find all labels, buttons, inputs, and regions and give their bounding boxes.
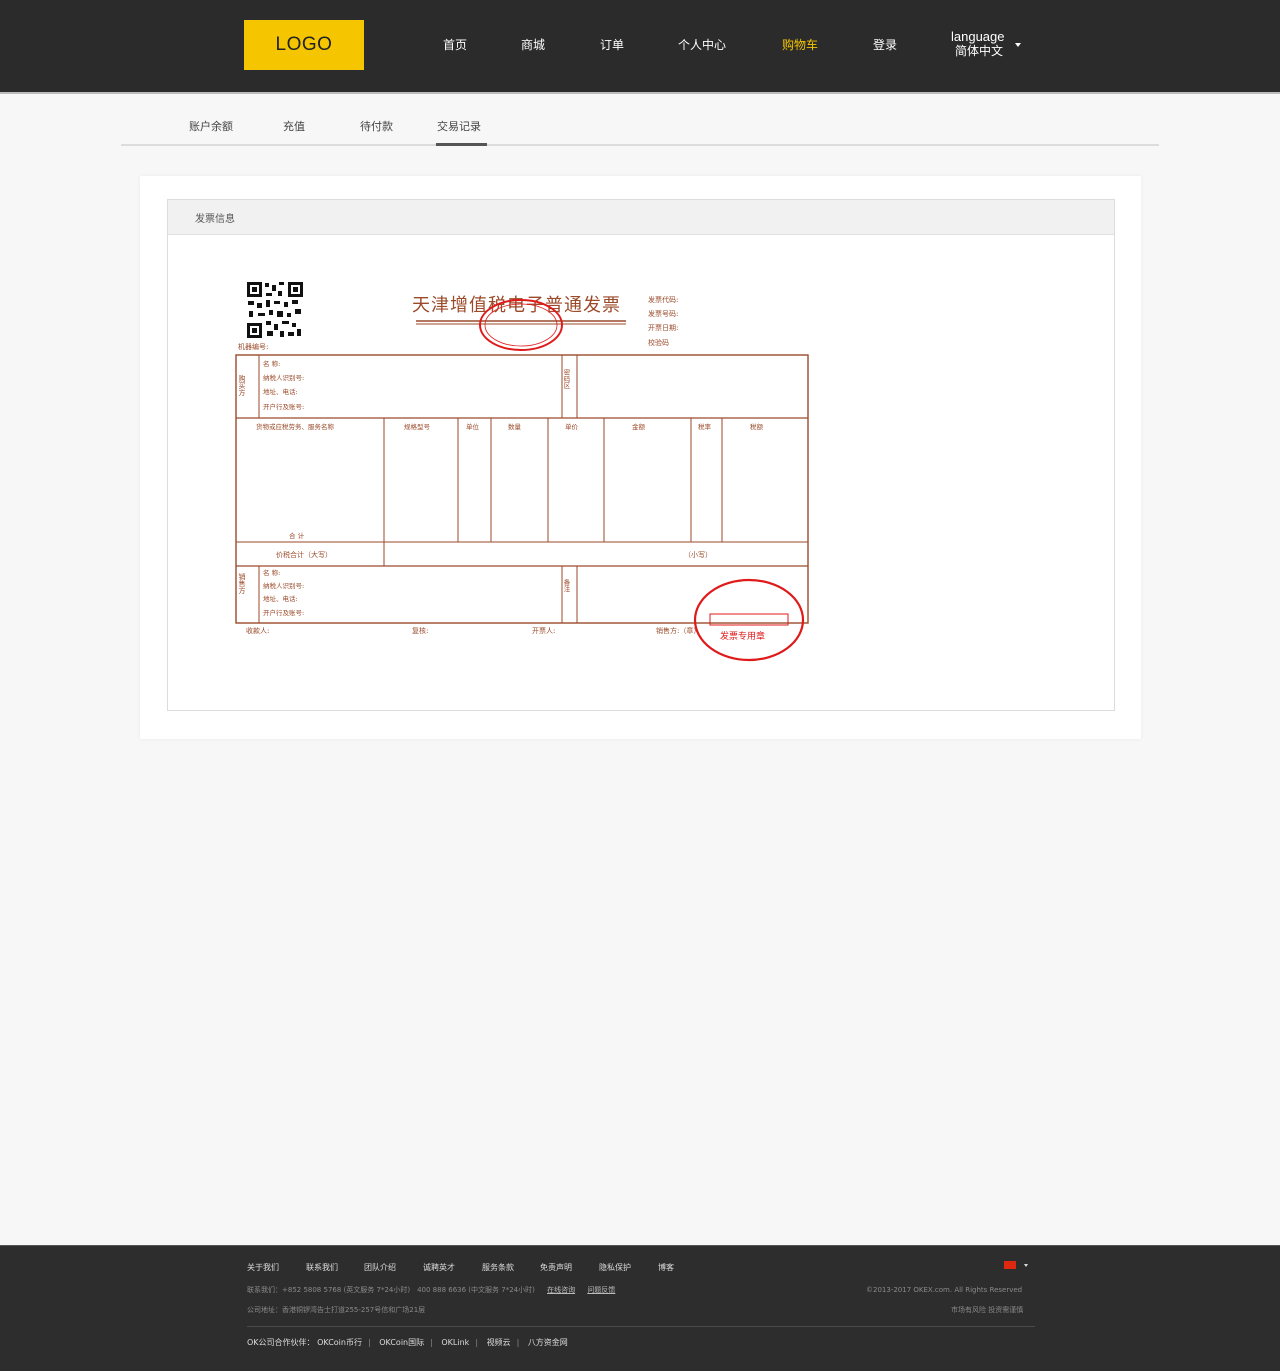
password-area-label: 密码区 [562, 368, 570, 389]
footer-link-team[interactable]: 团队介绍 [364, 1262, 396, 1273]
invoice-image: 机器编号: 天津增值税电子普通发票 发票代码: 发票号码: 开票日期: 校验码 [194, 261, 850, 683]
seller-address-field: 地址、电话: [263, 594, 298, 603]
reviewer-label: 复核: [412, 626, 428, 635]
qr-code-icon [246, 281, 304, 339]
lowercase-total-label: （小写） [684, 550, 712, 559]
issue-date-label: 开票日期: [648, 324, 678, 332]
top-navbar [0, 0, 1280, 92]
nav-cart[interactable]: 购物车 [782, 36, 818, 53]
invoice-seal [693, 578, 805, 662]
buyer-address-field: 地址、电话: [263, 387, 298, 396]
footer-contact-text: 联系我们：+852 5808 5768 (英文服务 7*24小时) 400 88… [247, 1286, 535, 1294]
logo[interactable]: LOGO [244, 20, 364, 70]
col-tax-rate: 税率 [698, 422, 712, 431]
footer-link-terms[interactable]: 服务条款 [482, 1262, 514, 1273]
partners-label: OK公司合作伙伴： [247, 1338, 315, 1347]
footer-partners: OK公司合作伙伴： OKCoin币行 | OKCoin国际 | OKLink | 视频… [247, 1338, 568, 1347]
col-unit: 单位 [466, 422, 480, 431]
language-selector[interactable]: language 简体中文 [951, 29, 1021, 59]
nav-login[interactable]: 登录 [873, 36, 897, 53]
tab-account-balance[interactable]: 账户余额 [189, 118, 233, 134]
machine-number-label: 机器编号: [238, 342, 268, 351]
nav-home[interactable]: 首页 [443, 36, 467, 53]
invoice-drawing: 机器编号: 天津增值税电子普通发票 发票代码: 发票号码: 开票日期: 校验码 [235, 281, 809, 662]
issuer-label: 开票人: [532, 627, 555, 635]
feedback-link[interactable]: 问题反馈 [587, 1286, 615, 1294]
footer-contact-line: 联系我们：+852 5808 5768 (英文服务 7*24小时) 400 88… [247, 1285, 615, 1295]
col-unit-price: 单价 [565, 422, 579, 431]
footer-link-disclaimer[interactable]: 免责声明 [540, 1262, 572, 1273]
col-spec: 规格型号 [404, 422, 431, 431]
language-value: 简体中文 [955, 44, 1004, 58]
buyer-bank-field: 开户行及账号: [263, 402, 304, 411]
china-flag-icon[interactable] [1004, 1261, 1016, 1269]
buyer-tax-id-field: 纳税人识别号: [263, 373, 304, 382]
col-tax-amount: 税额 [750, 422, 764, 431]
footer-divider [247, 1326, 1035, 1327]
col-goods-name: 货物或应税劳务、服务名称 [256, 422, 335, 431]
footer-link-contact[interactable]: 联系我们 [306, 1262, 338, 1273]
header-divider [0, 92, 1280, 94]
footer-link-careers[interactable]: 诚聘英才 [423, 1262, 455, 1273]
tab-recharge[interactable]: 充值 [283, 118, 305, 134]
invoice-code-label: 发票代码: [648, 295, 678, 304]
nav-mall[interactable]: 商城 [521, 36, 545, 53]
footer-risk-notice: 市场有风险 投资需谨慎 [951, 1306, 1024, 1314]
partner-link-okcoin-cn[interactable]: OKCoin币行 [317, 1338, 362, 1347]
nav-personal-center[interactable]: 个人中心 [678, 36, 726, 53]
check-code-label: 校验码 [648, 338, 669, 347]
active-tab-indicator [436, 143, 487, 146]
footer-link-privacy[interactable]: 隐私保护 [599, 1262, 631, 1273]
footer-link-about[interactable]: 关于我们 [247, 1262, 279, 1273]
buyer-label: 购买方 [238, 374, 246, 397]
col-amount: 金额 [632, 422, 646, 431]
seller-label: 销售方 [238, 572, 246, 595]
panel-header: 发票信息 [168, 200, 1114, 235]
tab-pending-payment[interactable]: 待付款 [360, 118, 393, 134]
footer-link-blog[interactable]: 博客 [658, 1262, 674, 1273]
grand-total-label: 价税合计（大写） [276, 550, 332, 559]
online-consult-link[interactable]: 在线咨询 [547, 1286, 575, 1294]
total-label: 合 计 [289, 531, 305, 540]
seller-bank-field: 开户行及账号: [263, 608, 304, 617]
col-quantity: 数量 [508, 422, 522, 431]
remarks-label: 备注 [562, 578, 570, 594]
language-label: language [951, 29, 1005, 44]
seller-stamp-label: 销售方:（章） [656, 626, 700, 635]
footer-address: 公司地址：香港铜锣湾告士打道255-257号信和广场21层 [247, 1306, 426, 1314]
panel-title: 发票信息 [195, 214, 235, 225]
partner-link-video-cloud[interactable]: 视频云 [487, 1338, 511, 1347]
invoice-title: 天津增值税电子普通发票 [412, 295, 621, 316]
invoice-grid [235, 354, 809, 624]
tab-transaction-records[interactable]: 交易记录 [437, 118, 481, 134]
buyer-name-field: 名 称: [263, 359, 280, 368]
chevron-down-icon [1024, 1264, 1028, 1267]
seller-name-field: 名 称: [263, 568, 280, 577]
partner-link-okcoin-intl[interactable]: OKCoin国际 [379, 1338, 424, 1347]
subtab-divider [121, 144, 1159, 146]
payee-label: 收款人: [246, 626, 269, 635]
seller-tax-id-field: 纳税人识别号: [263, 581, 304, 590]
footer-copyright: ©2013-2017 OKEX.com. All Rights Reserved [866, 1286, 1023, 1294]
chevron-down-icon [1015, 43, 1021, 47]
footer [0, 1246, 1280, 1371]
seal-text: 发票专用章 [720, 630, 765, 642]
invoice-number-label: 发票号码: [648, 309, 678, 318]
nav-orders[interactable]: 订单 [600, 36, 624, 53]
partner-link-bafang[interactable]: 八方资金网 [528, 1338, 568, 1347]
partner-link-oklink[interactable]: OKLink [441, 1338, 469, 1347]
